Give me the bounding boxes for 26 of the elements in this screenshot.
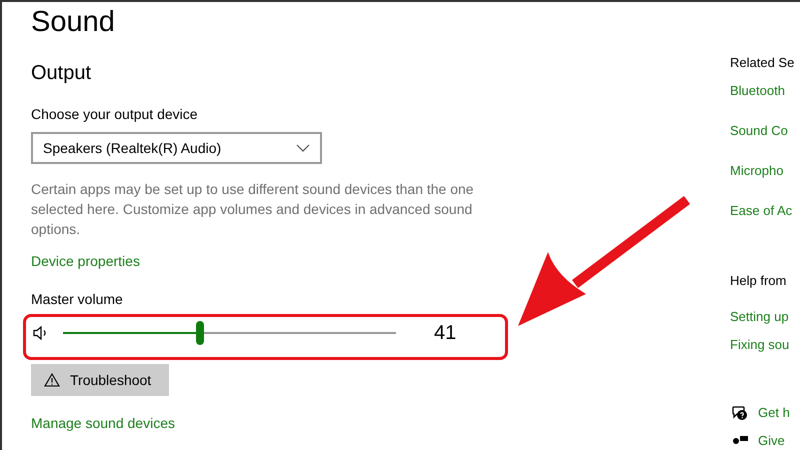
related-link[interactable]: Sound Co xyxy=(730,122,800,140)
master-volume-label: Master volume xyxy=(31,290,124,308)
related-link[interactable]: Bluetooth xyxy=(730,82,800,100)
help-heading: Help from xyxy=(730,272,788,290)
volume-slider-track[interactable] xyxy=(63,321,396,345)
warning-icon xyxy=(44,373,60,387)
related-link[interactable]: Micropho xyxy=(730,162,800,180)
page-title: Sound xyxy=(31,5,116,40)
volume-slider-thumb[interactable] xyxy=(196,321,204,345)
device-properties-link[interactable]: Device properties xyxy=(31,251,730,271)
field-label: Choose your output device xyxy=(31,105,199,123)
description-text: Certain apps may be set up to use different sound devices than the one selected here. Customize app volumes and devices in advanced sound options. xyxy=(31,180,475,239)
help-link[interactable]: Setting up xyxy=(730,308,800,326)
section-heading: Output xyxy=(31,61,92,86)
feedback-icon xyxy=(732,436,748,446)
troubleshoot-button[interactable]: Troubleshoot xyxy=(31,364,169,396)
related-heading: Related Se xyxy=(730,54,796,72)
output-device-dropdown[interactable]: Speakers (Realtek(R) Audio) xyxy=(31,132,322,164)
related-link[interactable]: Ease of Ac xyxy=(730,202,800,220)
help-action-link[interactable]: Get h xyxy=(758,404,790,422)
help-action-link[interactable]: Give xyxy=(758,432,785,450)
chat-help-icon xyxy=(732,406,748,420)
volume-reading: 41 xyxy=(434,321,456,346)
help-link[interactable]: Fixing sou xyxy=(730,336,800,354)
chevron-down-icon xyxy=(296,144,310,152)
manage-devices-link[interactable]: Manage sound devices xyxy=(31,413,730,433)
